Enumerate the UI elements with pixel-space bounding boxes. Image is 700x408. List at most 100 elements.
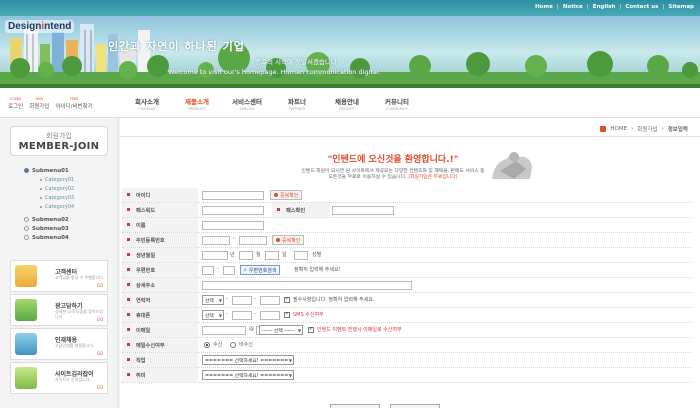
submit-button[interactable] <box>330 404 380 408</box>
button-label: 중복확인 <box>282 237 301 244</box>
email-receive-checkbox[interactable] <box>308 326 314 333</box>
phone-area-select[interactable]: 선택 <box>202 295 224 305</box>
label-email: 이메일 <box>122 323 198 337</box>
find-link[interactable]: FIND 아이디/비번찾기 <box>55 97 92 110</box>
divider <box>120 136 700 137</box>
mobile-mid-input[interactable] <box>232 311 252 320</box>
menu-service[interactable]: 서비스센터 SERVICE <box>222 96 272 111</box>
bullet-icon <box>24 217 29 222</box>
job-select[interactable]: ======= 선택하세요! ======= <box>202 355 294 365</box>
util-links: LOGIN 로그인 JOIN 회원가입 FIND 아이디/비번찾기 <box>8 97 93 110</box>
submenu-02[interactable]: Submenu02 <box>24 215 74 224</box>
submenu-03[interactable]: Submenu03 <box>24 224 74 233</box>
top-link-english[interactable]: English <box>593 4 616 10</box>
sms-checkbox[interactable] <box>284 311 290 318</box>
menu-product[interactable]: 제품소개 PRODUCT <box>172 96 222 111</box>
zip-front-input[interactable] <box>202 266 214 275</box>
join-link-label: 회원가입 <box>29 104 50 110</box>
menu-community[interactable]: 커뮤니티 COMMUNITY <box>372 96 422 111</box>
mobile-last-input[interactable] <box>260 311 280 320</box>
box-advertise[interactable]: 광고담하기 상세한 고객 도움을 찾아드립니다. GO <box>10 294 108 326</box>
breadcrumb: HOME › 회원가입 › 정보입력 <box>600 125 688 133</box>
button-label: 중복확인 <box>280 192 299 199</box>
submenu-04[interactable]: Submenu04 <box>24 233 74 242</box>
birth-month-input[interactable] <box>239 251 253 260</box>
mail-yes-label: 수신 <box>213 342 223 348</box>
top-link-notice[interactable]: Notice <box>563 4 583 10</box>
logo[interactable]: Designintend <box>5 20 75 33</box>
top-link-contact[interactable]: Contact us <box>625 4 658 10</box>
cancel-button[interactable] <box>390 404 440 408</box>
rrn-check-button[interactable]: 중복확인 <box>272 235 305 245</box>
search-icon: ⌕ <box>244 267 247 273</box>
name-input[interactable] <box>202 221 264 230</box>
sidebar: 회원가입 MEMBER-JOIN Submenu01 Category01 Ca… <box>0 118 118 408</box>
sidebar-title-kr: 회원가입 <box>46 132 72 140</box>
unit-year: 년 <box>230 252 235 258</box>
category-01[interactable]: Category01 <box>24 175 74 184</box>
hobby-select[interactable]: ======= 선택하세요! ======= <box>202 370 294 380</box>
row-name: 이름 <box>122 218 692 233</box>
signup-form: 아이디 중복확인 패스워드 패스확인 이름 주민등록번호 - 중복확인 생년월일… <box>122 188 692 383</box>
top-link-sitemap[interactable]: Sitemap <box>668 4 694 10</box>
label-name: 이름 <box>122 218 198 232</box>
box-go[interactable]: GO <box>97 351 103 356</box>
login-link[interactable]: LOGIN 로그인 <box>8 97 23 110</box>
phone-required-checkbox[interactable] <box>284 296 290 303</box>
phone-last-input[interactable] <box>260 296 280 305</box>
menu-company[interactable]: 회사소개 COMPANY <box>122 96 172 111</box>
top-link-home[interactable]: Home <box>535 4 553 10</box>
birth-day-input[interactable] <box>265 251 279 260</box>
box-go[interactable]: GO <box>97 317 103 322</box>
address-input[interactable] <box>202 281 412 290</box>
mail-no-radio[interactable] <box>230 342 236 348</box>
zip-search-button[interactable]: ⌕ 우편번호검색 <box>240 265 281 275</box>
mail-yes-radio[interactable] <box>204 342 210 348</box>
category-03[interactable]: Category03 <box>24 193 74 202</box>
menu-label: 제품소개 <box>185 98 209 106</box>
phone-mid-input[interactable] <box>232 296 252 305</box>
mobile-area-select[interactable]: 선택 <box>202 310 224 320</box>
select-value: 선택 <box>205 298 214 304</box>
dash: - <box>226 311 228 317</box>
zip-back-input[interactable] <box>223 266 235 275</box>
box-customer-center[interactable]: 고객센터 고객님을 항상 수 주행합니다. GO <box>10 260 108 292</box>
category-02[interactable]: Category02 <box>24 184 74 193</box>
password-confirm-input[interactable] <box>332 206 394 215</box>
dash: - <box>233 236 235 242</box>
category-04[interactable]: Category04 <box>24 202 74 211</box>
join-link-en: JOIN <box>35 97 44 101</box>
document-icon <box>15 367 37 389</box>
birth-year-input[interactable] <box>202 251 228 260</box>
gender-input[interactable] <box>294 251 308 260</box>
id-check-button[interactable]: 중복확인 <box>270 190 303 200</box>
page: Home | Notice | English | Contact us | Sitem… <box>0 0 700 408</box>
row-email: 이메일 @ ------ 선택 ------ 인텐드 이벤트 진행시 이메일로 … <box>122 323 692 338</box>
row-rrn: 주민등록번호 - 중복확인 <box>122 233 692 248</box>
menu-label: 커뮤니티 <box>385 98 409 106</box>
main-content: HOME › 회원가입 › 정보입력 "인텐드에 오신것을 환영합니다.!" 인… <box>120 118 700 408</box>
menu-en: PARTNER <box>289 107 305 111</box>
id-input[interactable] <box>202 191 264 200</box>
box-site-guide[interactable]: 사이트김라잡이 사이트의 안내입니다. GO <box>10 362 108 394</box>
menu-en: RECRUIT <box>339 107 355 111</box>
join-link[interactable]: JOIN 회원가입 <box>29 97 49 110</box>
rrn-back-input[interactable] <box>239 236 267 245</box>
menu-label: 채용안내 <box>335 98 359 106</box>
password-input[interactable] <box>202 206 264 215</box>
box-go[interactable]: GO <box>97 283 103 288</box>
breadcrumb-home[interactable]: HOME <box>610 126 627 132</box>
mail-no-label: 비수신 <box>239 342 253 348</box>
rrn-front-input[interactable] <box>202 236 230 245</box>
box-recruit[interactable]: 인재채용 고급인재를 채용합니다. GO <box>10 328 108 360</box>
submenu-01[interactable]: Submenu01 <box>24 166 74 175</box>
menu-recruit[interactable]: 채용안내 RECRUIT <box>322 96 372 111</box>
menu-label: 서비스센터 <box>232 98 262 106</box>
form-buttons <box>330 404 440 408</box>
menu-partner[interactable]: 파트너 PARTNER <box>272 96 322 111</box>
box-go[interactable]: GO <box>97 385 103 390</box>
email-domain-select[interactable]: ------ 선택 ------ <box>259 325 303 335</box>
breadcrumb-join[interactable]: 회원가입 <box>637 125 657 133</box>
login-link-en: LOGIN <box>10 97 22 101</box>
email-id-input[interactable] <box>202 326 246 335</box>
